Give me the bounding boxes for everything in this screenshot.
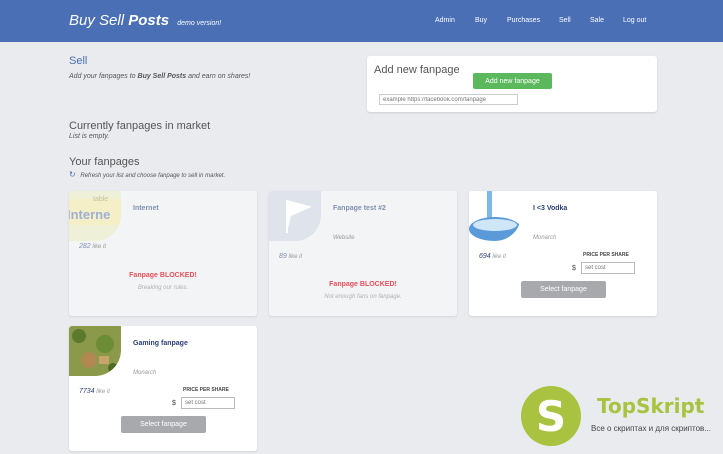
- sell-subtitle-pre: Add your fanpages to: [69, 73, 136, 80]
- fanpage-likes: 282 like it: [79, 243, 106, 250]
- fanpage-likes: 7734 like it: [79, 388, 110, 395]
- likes-suffix: like it: [96, 389, 110, 395]
- market-empty-text: List is empty.: [69, 133, 110, 140]
- nav-sale[interactable]: Sale: [590, 17, 604, 24]
- fanpage-avatar: [269, 191, 321, 241]
- nav-logout[interactable]: Log out: [623, 17, 646, 24]
- fanpage-card-internet: Interne table Internet 282 like it Fanpa…: [69, 191, 257, 316]
- refresh-icon[interactable]: ↻: [69, 170, 76, 179]
- svg-text:Interne: Interne: [69, 207, 110, 222]
- blocked-reason: Not enough fans on fanpage.: [324, 294, 402, 300]
- sell-subtitle-post: and earn on shares!: [188, 73, 251, 80]
- refresh-row: ↻ Refresh your list and choose fanpage t…: [69, 170, 225, 179]
- nav-buy[interactable]: Buy: [475, 17, 487, 24]
- fanpage-card-test2: Fanpage test #2 Website 89 like it Fanpa…: [269, 191, 457, 316]
- nav-admin[interactable]: Admin: [435, 17, 455, 24]
- blocked-reason: Breaking our rules.: [137, 285, 189, 291]
- fanpage-avatar: [69, 326, 121, 376]
- top-navbar: Buy Sell Posts demo version! Admin Buy P…: [0, 0, 723, 42]
- brand-logo[interactable]: Buy Sell Posts demo version!: [69, 12, 221, 29]
- fanpage-avatar: [469, 191, 521, 241]
- select-fanpage-button[interactable]: Select fanpage: [121, 416, 206, 433]
- price-input[interactable]: [181, 397, 235, 409]
- blocked-status: Fanpage BLOCKED!: [129, 272, 197, 279]
- currency-symbol: $: [172, 400, 176, 407]
- your-fanpages-heading: Your fanpages: [69, 156, 140, 168]
- fanpage-url-input[interactable]: [379, 94, 518, 105]
- nav-purchases[interactable]: Purchases: [507, 17, 540, 24]
- price-per-share-label: PRICE PER SHARE: [183, 387, 229, 393]
- price-per-share-label: PRICE PER SHARE: [583, 252, 629, 258]
- brand-name-part2: Posts: [128, 12, 170, 29]
- add-fanpage-button[interactable]: Add new fanpage: [473, 73, 552, 89]
- watermark-name: TopSkript: [597, 394, 705, 418]
- likes-count: 89: [279, 253, 287, 260]
- add-fanpage-title: Add new fanpage: [374, 64, 460, 76]
- currency-symbol: $: [572, 265, 576, 272]
- fanpage-name: Fanpage test #2: [333, 205, 386, 212]
- nav-sell[interactable]: Sell: [559, 17, 571, 24]
- likes-suffix: like it: [288, 254, 303, 260]
- likes-suffix: like it: [492, 254, 507, 260]
- watermark-logo: S: [521, 386, 581, 446]
- fanpage-category: Monarch: [133, 370, 157, 376]
- likes-count: 282: [79, 243, 91, 250]
- fanpage-card-vodka: I <3 Vodka Monarch 694 like it PRICE PER…: [469, 191, 657, 316]
- watermark-logo-letter: S: [535, 392, 567, 441]
- blocked-status: Fanpage BLOCKED!: [329, 281, 397, 288]
- brand-tag: demo version!: [177, 20, 222, 27]
- add-fanpage-panel: Add new fanpage Add new fanpage: [367, 56, 657, 112]
- fanpage-category: Website: [333, 235, 355, 241]
- likes-count: 694: [479, 253, 491, 260]
- sell-subtitle-brand: Buy Sell Posts: [137, 73, 187, 80]
- sell-heading: Sell: [69, 55, 88, 67]
- refresh-text[interactable]: Refresh your list and choose fanpage to …: [80, 173, 225, 179]
- watermark-tagline: Все о скриптах и для скриптов...: [591, 424, 711, 433]
- sell-subtitle: Add your fanpages to Buy Sell Posts and …: [69, 73, 250, 80]
- price-input[interactable]: [581, 262, 635, 274]
- fanpage-avatar: Interne table: [69, 191, 121, 241]
- select-fanpage-button[interactable]: Select fanpage: [521, 281, 606, 298]
- likes-suffix: like it: [92, 244, 107, 250]
- fanpage-likes: 694 like it: [479, 253, 506, 260]
- fanpage-card-gaming: Gaming fanpage Monarch 7734 like it PRIC…: [69, 326, 257, 451]
- brand-name-part1: Buy Sell: [69, 12, 125, 29]
- fanpage-name: Internet: [133, 205, 159, 212]
- likes-count: 7734: [79, 388, 95, 395]
- fanpage-name: I <3 Vodka: [533, 205, 568, 212]
- fanpage-name: Gaming fanpage: [133, 340, 188, 347]
- svg-text:table: table: [93, 196, 108, 203]
- fanpage-category: Monarch: [533, 235, 557, 241]
- market-heading: Currently fanpages in market: [69, 120, 211, 132]
- fanpage-likes: 89 like it: [279, 253, 302, 260]
